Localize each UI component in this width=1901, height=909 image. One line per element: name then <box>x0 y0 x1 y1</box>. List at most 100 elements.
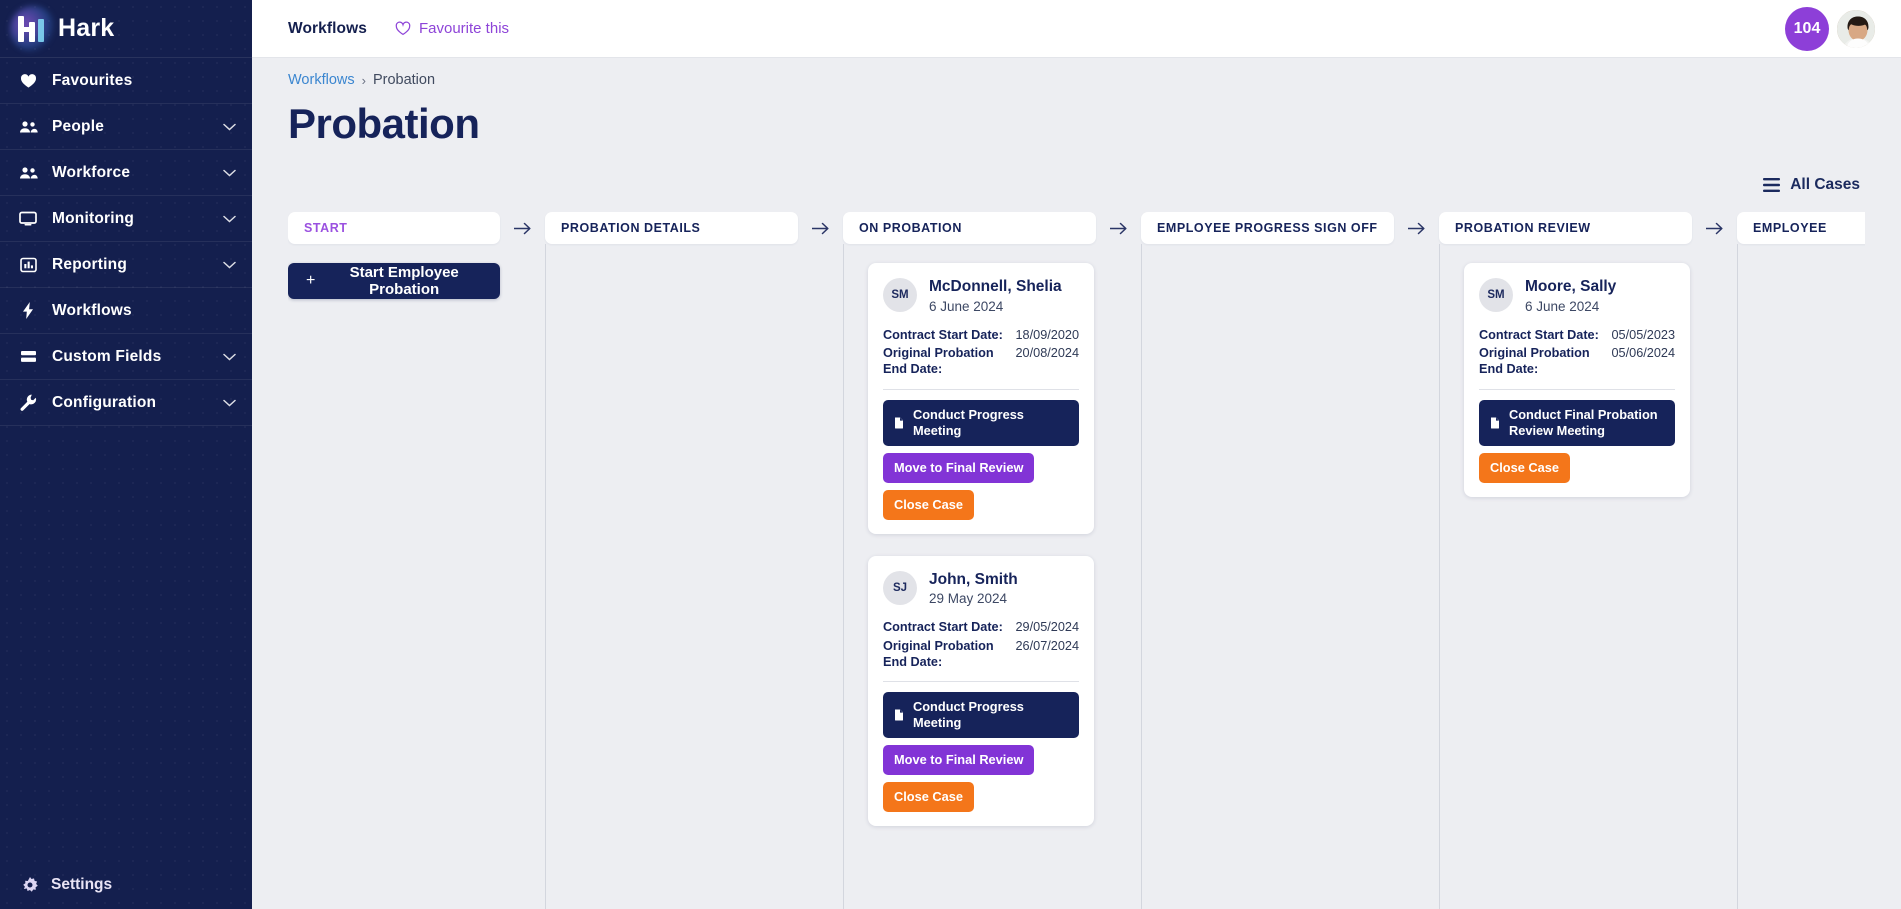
chevron-down-icon[interactable] <box>223 261 236 269</box>
card-field: Original Probation End Date: 05/06/2024 <box>1479 345 1675 378</box>
sidebar-item-label: Reporting <box>52 255 127 273</box>
board-column-probation-review: PROBATION REVIEW SM Moore, Sally 6 June … <box>1439 212 1692 909</box>
card-header: SJ John, Smith 29 May 2024 <box>883 570 1079 607</box>
sidebar-item-label: Workforce <box>52 163 131 181</box>
sidebar-item-label: Monitoring <box>52 209 135 227</box>
sidebar-settings-label: Settings <box>51 876 113 893</box>
sidebar-item-label: Workflows <box>52 301 132 319</box>
all-cases-label: All Cases <box>1790 176 1860 193</box>
card-field: Original Probation End Date: 26/07/2024 <box>883 638 1079 671</box>
favourite-this-button[interactable]: Favourite this <box>395 20 509 37</box>
case-card[interactable]: SM Moore, Sally 6 June 2024 Contract Sta… <box>1464 263 1690 497</box>
case-card[interactable]: SM McDonnell, Shelia 6 June 2024 Contrac… <box>868 263 1094 534</box>
sidebar-item-monitoring[interactable]: Monitoring <box>0 196 252 242</box>
wrench-icon <box>18 394 38 411</box>
avatar[interactable] <box>1835 7 1877 50</box>
case-person-name: McDonnell, Shelia <box>929 278 1062 295</box>
sidebar-item-custom-fields[interactable]: Custom Fields <box>0 334 252 380</box>
conduct-final-probation-review-meeting-button[interactable]: Conduct Final Probation Review Meeting <box>1479 399 1675 446</box>
card-field: Contract Start Date: 18/09/2020 <box>883 327 1079 343</box>
case-date: 6 June 2024 <box>1525 298 1600 314</box>
topbar-right: 104 <box>1785 6 1877 51</box>
sidebar-item-workforce[interactable]: Workforce <box>0 150 252 196</box>
chevron-down-icon[interactable] <box>223 215 236 223</box>
column-header[interactable]: PROBATION DETAILS <box>545 212 798 244</box>
start-employee-probation-button[interactable]: + Start Employee Probation <box>288 263 500 299</box>
sidebar-item-configuration[interactable]: Configuration <box>0 380 252 426</box>
main-area: Workflows Favourite this 104 Workflows ›… <box>252 0 1901 909</box>
breadcrumb-separator: › <box>361 72 366 88</box>
board-column-employee: EMPLOYEE <box>1737 212 1865 909</box>
case-date: 29 May 2024 <box>929 591 1008 607</box>
arrow-right-icon <box>798 212 843 244</box>
card-divider <box>883 681 1079 683</box>
chevron-down-icon[interactable] <box>223 353 236 361</box>
column-header[interactable]: EMPLOYEE PROGRESS SIGN OFF <box>1141 212 1394 244</box>
sidebar-item-workflows[interactable]: Workflows <box>0 288 252 334</box>
case-card[interactable]: SJ John, Smith 29 May 2024 Contract Star… <box>868 555 1094 826</box>
column-body: SM Moore, Sally 6 June 2024 Contract Sta… <box>1439 244 1692 909</box>
field-value: 26/07/2024 <box>1015 638 1080 653</box>
sidebar-item-label: Custom Fields <box>52 347 162 365</box>
brand-name: Hark <box>58 14 115 42</box>
button-label: Conduct Progress Meeting <box>913 699 1024 731</box>
all-cases-button[interactable]: All Cases <box>1763 176 1860 194</box>
notification-badge[interactable]: 104 <box>1785 6 1829 51</box>
case-date: 6 June 2024 <box>929 298 1004 314</box>
people-icon <box>18 166 38 180</box>
brand[interactable]: Hark <box>0 0 252 58</box>
button-label: Conduct Final Probation Review Meeting <box>1509 406 1658 438</box>
page-title: Probation <box>288 100 480 147</box>
column-header[interactable]: ON PROBATION <box>843 212 1096 244</box>
gear-icon <box>20 877 40 893</box>
case-person-name: John, Smith <box>929 570 1018 588</box>
button-label: Move to Final Review <box>894 752 1024 768</box>
column-body: + Start Employee Probation <box>288 244 500 909</box>
field-value: 20/08/2024 <box>1015 346 1080 361</box>
topbar-title: Workflows <box>288 19 367 37</box>
field-label: Contract Start Date: <box>883 620 1003 635</box>
breadcrumb-parent[interactable]: Workflows <box>288 72 355 88</box>
topbar: Workflows Favourite this 104 <box>252 0 1901 58</box>
board-toolbar: All Cases <box>288 176 1865 194</box>
avatar-initials: SM <box>1479 278 1513 312</box>
sidebar-item-label: Configuration <box>52 393 157 411</box>
card-header: SM McDonnell, Shelia 6 June 2024 <box>883 278 1079 314</box>
start-employee-probation-label: Start Employee Probation <box>349 264 459 298</box>
sidebar-item-reporting[interactable]: Reporting <box>0 242 252 288</box>
board-column-start: START + Start Employee Probation <box>288 212 500 909</box>
board-column-probation-details: PROBATION DETAILS <box>545 212 798 909</box>
chevron-down-icon[interactable] <box>223 399 236 407</box>
column-body <box>545 244 798 909</box>
column-header[interactable]: PROBATION REVIEW <box>1439 212 1692 244</box>
card-field: Contract Start Date: 29/05/2024 <box>883 619 1079 635</box>
chevron-down-icon[interactable] <box>223 123 236 131</box>
conduct-progress-meeting-button[interactable]: Conduct Progress Meeting <box>883 692 1079 739</box>
conduct-progress-meeting-button[interactable]: Conduct Progress Meeting <box>883 399 1079 446</box>
chevron-down-icon[interactable] <box>223 169 236 177</box>
column-header[interactable]: START <box>288 212 500 244</box>
arrow-right-icon <box>1096 212 1141 244</box>
sidebar-item-people[interactable]: People <box>0 104 252 150</box>
close-case-button[interactable]: Close Case <box>1479 452 1570 483</box>
column-header[interactable]: EMPLOYEE <box>1737 212 1865 244</box>
breadcrumb: Workflows › Probation <box>288 72 1865 88</box>
field-value: 18/09/2020 <box>1015 327 1080 342</box>
close-case-button[interactable]: Close Case <box>883 489 974 520</box>
sidebar-item-settings[interactable]: Settings <box>0 861 252 909</box>
sidebar: Hark Favourites People Workforce Monitor… <box>0 0 252 909</box>
avatar-initials: SM <box>883 278 917 312</box>
app-root: Hark Favourites People Workforce Monitor… <box>0 0 1901 909</box>
bar-chart-icon <box>18 257 38 273</box>
card-header: SM Moore, Sally 6 June 2024 <box>1479 278 1675 314</box>
close-case-button[interactable]: Close Case <box>883 782 974 812</box>
field-value: 05/06/2024 <box>1611 346 1676 361</box>
plus-icon: + <box>306 272 316 289</box>
move-to-final-review-button[interactable]: Move to Final Review <box>883 745 1035 776</box>
monitor-icon <box>18 211 38 226</box>
move-to-final-review-button[interactable]: Move to Final Review <box>883 452 1035 483</box>
sidebar-item-favourites[interactable]: Favourites <box>0 58 252 104</box>
page-content: Workflows › Probation Probation All Case… <box>252 58 1901 909</box>
field-label: Contract Start Date: <box>883 327 1003 342</box>
card-actions: Conduct Progress Meeting Move to Final R… <box>883 692 1079 812</box>
